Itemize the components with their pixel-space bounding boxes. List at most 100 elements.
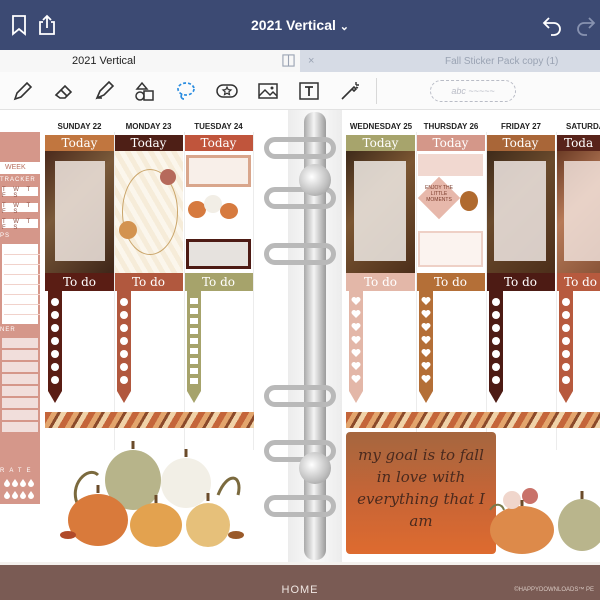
image-icon[interactable] bbox=[256, 79, 280, 103]
day-column-friday[interactable]: Today To do bbox=[486, 135, 555, 410]
day-column-saturday[interactable]: Toda To do bbox=[556, 135, 600, 410]
enjoy-moments-text: ENJOY THE LITTLE MOMENTS bbox=[425, 185, 453, 203]
column-divider bbox=[416, 132, 417, 450]
floral-photo-sticker[interactable] bbox=[45, 151, 114, 273]
left-planner-page[interactable]: WEEK TRACKER T W T F S T W T F S T W T F… bbox=[0, 110, 288, 562]
day-header-sunday: SUNDAY 22 bbox=[57, 122, 102, 131]
todo-banner: To do bbox=[486, 273, 555, 291]
autumn-leaves-washi[interactable] bbox=[45, 412, 254, 428]
tab-label: 2021 Vertical bbox=[72, 55, 136, 67]
today-banner: Toda bbox=[556, 135, 600, 151]
rate-label: RATE bbox=[0, 468, 36, 474]
habit-row[interactable]: T W T F S bbox=[2, 219, 38, 231]
day-header-friday: FRIDAY 27 bbox=[500, 122, 542, 131]
section-label: NER bbox=[0, 327, 16, 333]
ring-mechanism-button bbox=[299, 452, 331, 484]
autumn-leaves-washi[interactable] bbox=[346, 412, 600, 428]
striped-circle-sticker[interactable] bbox=[114, 151, 183, 273]
water-drops-tracker[interactable] bbox=[4, 478, 36, 502]
planner-line[interactable] bbox=[2, 398, 38, 408]
chevron-down-icon: ⌄ bbox=[339, 21, 349, 33]
today-banner: Today bbox=[45, 135, 114, 151]
heart-checkbox-icons bbox=[421, 297, 431, 383]
planner-line[interactable] bbox=[2, 338, 38, 348]
document-title[interactable]: 2021 Vertical ⌄ bbox=[0, 0, 600, 50]
tab-label: Fall Sticker Pack copy (1) bbox=[445, 56, 559, 67]
day-column-thursday[interactable]: Today ENJOY THE LITTLE MOMENTS To do bbox=[416, 135, 485, 410]
text-icon[interactable] bbox=[297, 79, 321, 103]
planner-line[interactable] bbox=[2, 410, 38, 420]
tab-fall-sticker-pack[interactable]: × Fall Sticker Pack copy (1) bbox=[300, 50, 600, 72]
drawing-toolbar: abc ~~~~~ bbox=[0, 72, 600, 110]
todo-banner: To do bbox=[114, 273, 183, 291]
sticker-icon[interactable] bbox=[215, 79, 239, 103]
close-tab-icon[interactable]: × bbox=[308, 55, 314, 67]
eraser-icon[interactable] bbox=[52, 79, 76, 103]
water-drop-icons bbox=[4, 479, 34, 499]
planner-line[interactable] bbox=[2, 374, 38, 384]
binder-ring bbox=[264, 243, 336, 265]
floral-photo-sticker[interactable] bbox=[556, 151, 600, 273]
pumpkin-label-stickers[interactable] bbox=[184, 151, 253, 273]
toolbar-separator bbox=[376, 78, 377, 104]
tracker-sidebar: WEEK TRACKER T W T F S T W T F S T W T F… bbox=[0, 132, 40, 504]
document-title-text: 2021 Vertical bbox=[251, 17, 336, 33]
split-view-icon[interactable] bbox=[282, 54, 295, 67]
column-divider bbox=[253, 132, 254, 450]
day-header-thursday: THURSDAY 26 bbox=[423, 122, 479, 131]
notes-lines[interactable] bbox=[2, 244, 40, 324]
ring-mechanism-button bbox=[299, 164, 331, 196]
todo-banner: To do bbox=[346, 273, 415, 291]
today-banner: Today bbox=[416, 135, 485, 151]
floral-photo-sticker[interactable] bbox=[486, 151, 555, 273]
planner-line[interactable] bbox=[2, 362, 38, 372]
shapes-icon[interactable] bbox=[133, 79, 157, 103]
copyright-text: ©HAPPYDOWNLOADS™ PE bbox=[514, 587, 594, 593]
floral-photo-sticker[interactable] bbox=[346, 151, 415, 273]
day-header-saturday: SATURDAY bbox=[566, 122, 600, 131]
heart-checkbox-icons bbox=[351, 297, 361, 383]
today-banner: Today bbox=[114, 135, 183, 151]
highlighter-icon[interactable] bbox=[92, 79, 116, 103]
app-window: 2021 Vertical ⌄ 2021 Vertical × Fall Sti… bbox=[0, 0, 600, 600]
lasso-icon[interactable] bbox=[174, 79, 198, 103]
todo-banner: To do bbox=[45, 273, 114, 291]
binder-ring bbox=[264, 495, 336, 517]
binder-ring bbox=[264, 137, 336, 159]
home-tab-button[interactable]: HOME bbox=[0, 584, 600, 596]
tab-2021-vertical[interactable]: 2021 Vertical bbox=[0, 50, 300, 72]
day-column-monday[interactable]: Today To do bbox=[114, 135, 183, 410]
quote-sticker[interactable]: my goal is to fall in love with everythi… bbox=[346, 432, 496, 554]
redo-icon[interactable] bbox=[574, 13, 598, 37]
planner-line[interactable] bbox=[2, 350, 38, 360]
habit-row[interactable]: T W T F S bbox=[2, 203, 38, 215]
week-label: WEEK bbox=[0, 162, 40, 174]
planner-line[interactable] bbox=[2, 386, 38, 396]
habit-row[interactable]: T W T F S bbox=[2, 187, 38, 199]
day-column-sunday[interactable]: Today To do bbox=[45, 135, 114, 410]
day-header-wednesday: WEDNESDAY 25 bbox=[349, 122, 413, 131]
planner-line[interactable] bbox=[2, 422, 38, 432]
planner-footer: HOME ©HAPPYDOWNLOADS™ PE bbox=[0, 565, 600, 600]
pumpkin-roses-sticker[interactable] bbox=[482, 480, 600, 560]
document-tabs: 2021 Vertical × Fall Sticker Pack copy (… bbox=[0, 50, 600, 72]
column-divider bbox=[486, 132, 487, 450]
pumpkin-cluster-sticker[interactable] bbox=[58, 435, 248, 555]
tracker-label: TRACKER bbox=[0, 177, 36, 183]
day-header-monday: MONDAY 23 bbox=[125, 122, 172, 131]
todo-banner: To do bbox=[556, 273, 600, 291]
day-column-tuesday[interactable]: Today To do bbox=[184, 135, 253, 410]
today-banner: Today bbox=[184, 135, 253, 151]
laser-pointer-icon[interactable] bbox=[338, 79, 362, 103]
day-column-wednesday[interactable]: Today To do bbox=[346, 135, 415, 410]
pen-preview-slot[interactable]: abc ~~~~~ bbox=[430, 80, 516, 102]
moments-stickers[interactable]: ENJOY THE LITTLE MOMENTS bbox=[416, 151, 485, 273]
column-divider bbox=[556, 132, 557, 450]
pen-icon[interactable] bbox=[11, 79, 35, 103]
today-banner: Today bbox=[346, 135, 415, 151]
right-planner-page[interactable]: WEDNESDAY 25 THURSDAY 26 FRIDAY 27 SATUR… bbox=[342, 110, 600, 562]
undo-icon[interactable] bbox=[540, 13, 564, 37]
column-divider bbox=[184, 132, 185, 450]
binder-ring bbox=[264, 385, 336, 407]
title-bar: 2021 Vertical ⌄ bbox=[0, 0, 600, 50]
